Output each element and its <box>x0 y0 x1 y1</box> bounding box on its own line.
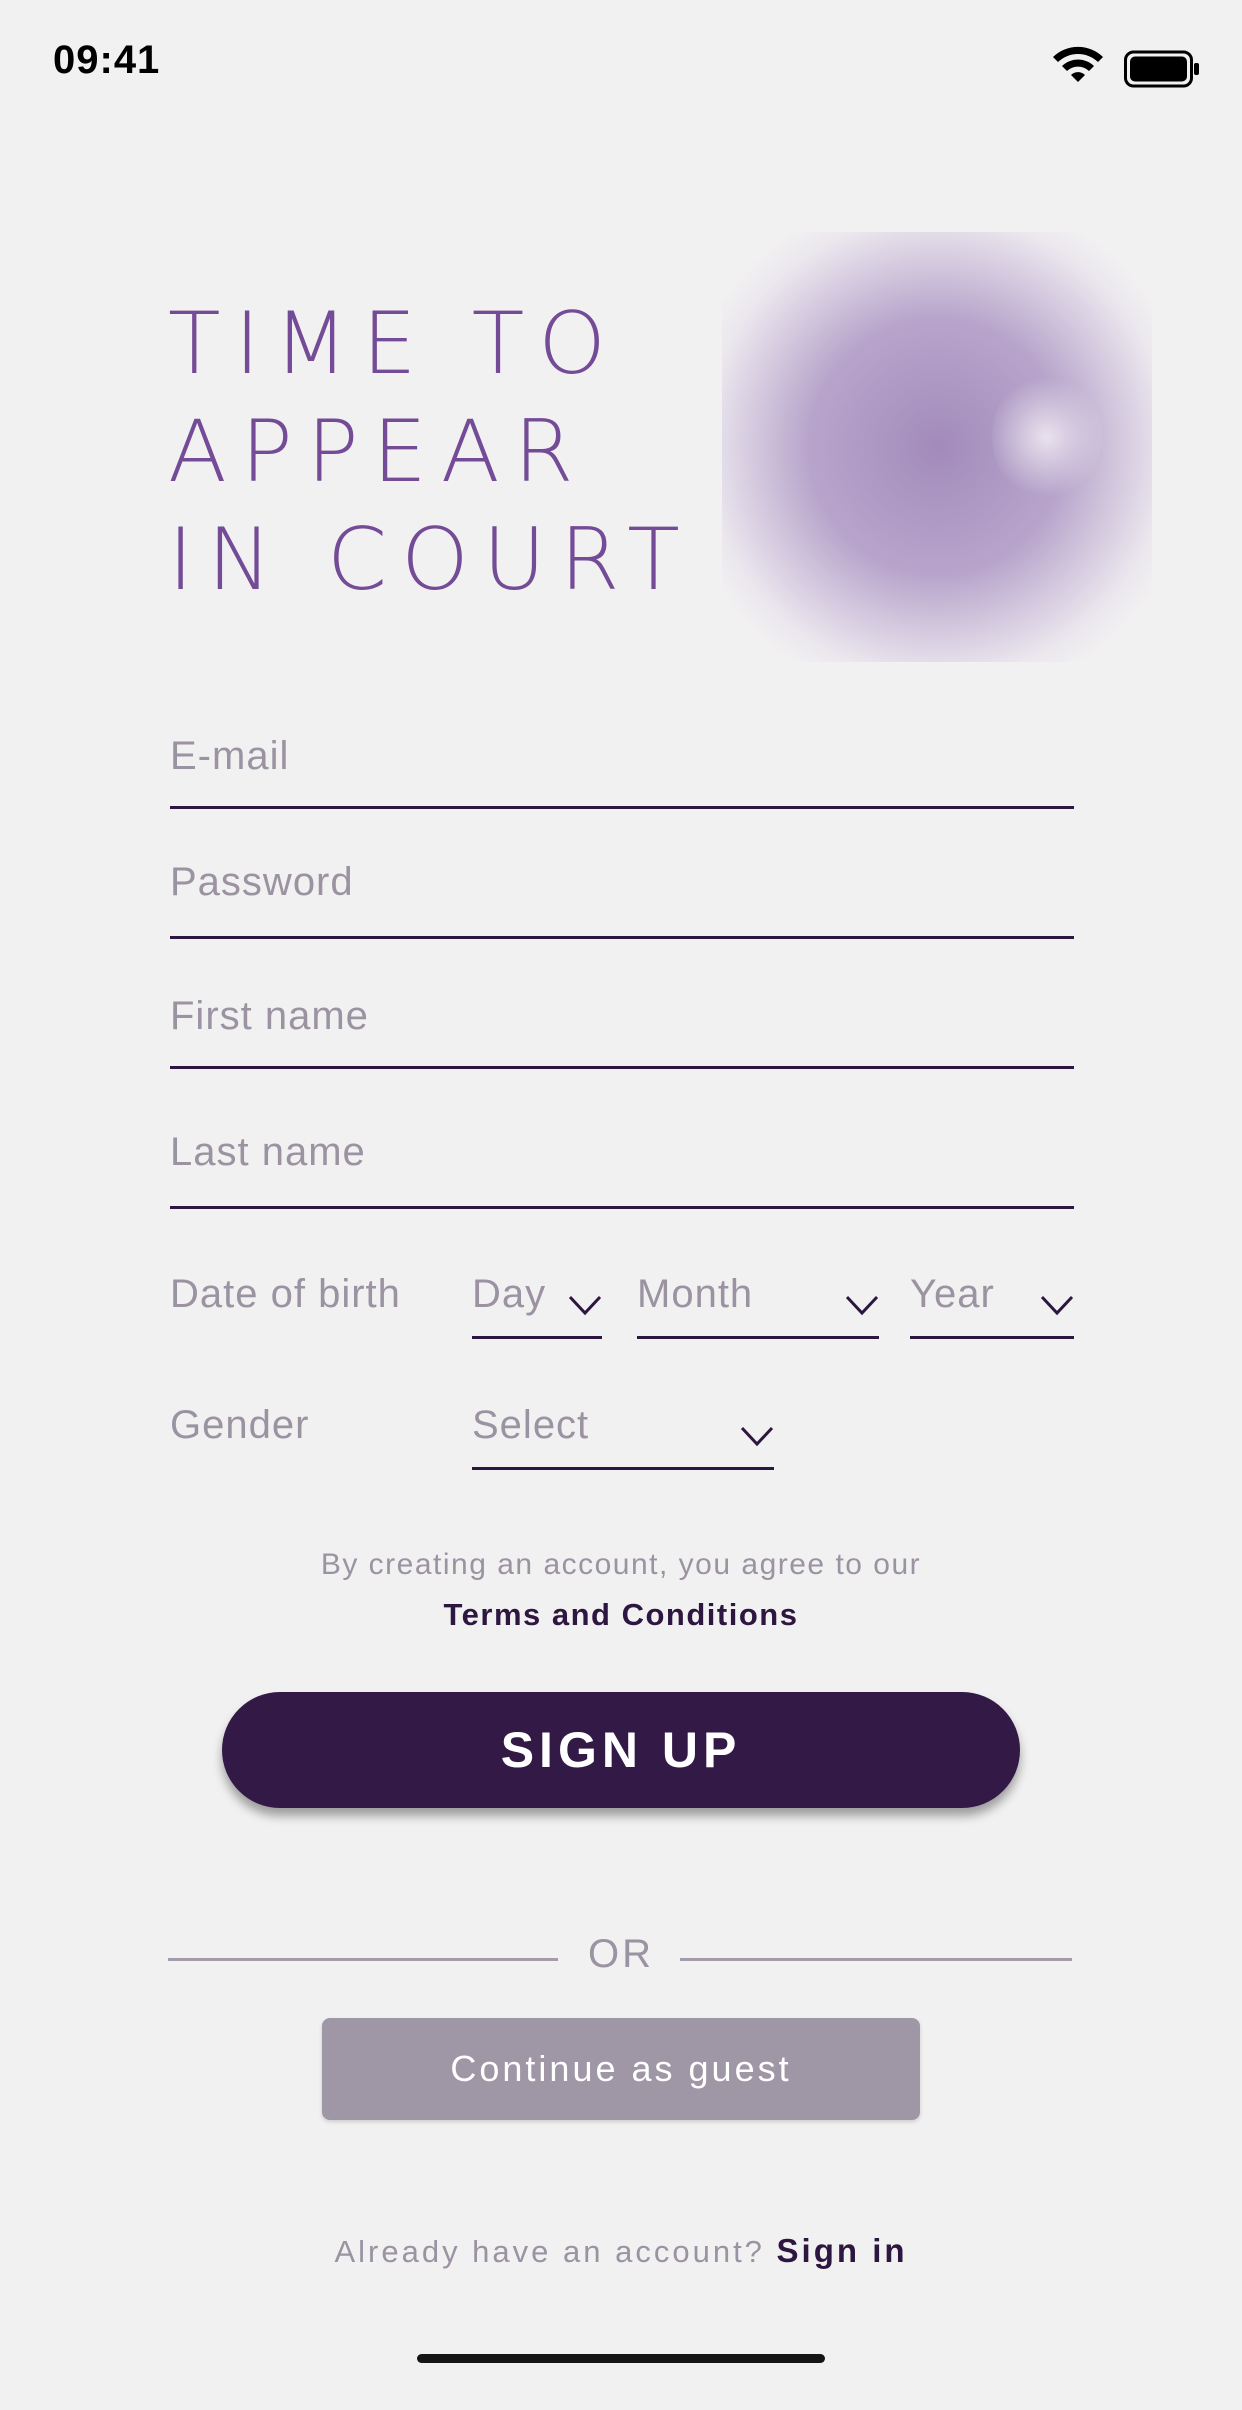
status-time: 09:41 <box>53 38 161 82</box>
signin-row: Already have an account? Sign in <box>0 2232 1242 2270</box>
gender-label: Gender <box>170 1403 310 1447</box>
title-line: IN COURT <box>168 510 694 610</box>
terms-notice: By creating an account, you agree to our <box>320 1548 922 1581</box>
gender-placeholder: Select <box>472 1403 590 1447</box>
terms-link-label[interactable]: Terms and Conditions <box>444 1597 799 1632</box>
day-placeholder: Day <box>472 1272 547 1316</box>
terms-link[interactable]: Terms and Conditions <box>0 1597 1242 1633</box>
signin-prompt: Already have an account? <box>334 2234 765 2269</box>
year-select[interactable]: Year <box>910 1272 1074 1339</box>
password-placeholder: Password <box>170 860 354 904</box>
email-field[interactable]: E-mail <box>170 734 1074 809</box>
divider-right <box>680 1958 1072 1961</box>
signup-screen: 09:41 TIME TO APPEAR IN COURT E-mail Pas… <box>0 0 1242 2410</box>
password-field[interactable]: Password <box>170 858 1074 939</box>
signin-link[interactable]: Sign in <box>777 2232 908 2269</box>
chevron-down-icon <box>1040 1295 1074 1316</box>
chevron-down-icon <box>845 1295 879 1316</box>
hero-blurred-image <box>722 232 1152 662</box>
title-line: TIME TO <box>168 294 620 394</box>
wifi-icon <box>1053 46 1103 82</box>
battery-icon <box>1124 50 1199 88</box>
month-select[interactable]: Month <box>637 1272 879 1339</box>
month-placeholder: Month <box>637 1272 754 1316</box>
or-label: OR <box>588 1932 654 1976</box>
last-name-field[interactable]: Last name <box>170 1130 1074 1209</box>
day-select[interactable]: Day <box>472 1272 602 1339</box>
first-name-placeholder: First name <box>170 994 369 1038</box>
home-indicator[interactable] <box>417 2354 825 2363</box>
page-title: TIME TO APPEAR IN COURT <box>168 290 694 614</box>
chevron-down-icon <box>740 1426 774 1447</box>
signup-button[interactable]: SIGN UP <box>222 1692 1020 1808</box>
email-placeholder: E-mail <box>170 734 290 778</box>
last-name-placeholder: Last name <box>170 1130 366 1174</box>
chevron-down-icon <box>568 1295 602 1316</box>
first-name-field[interactable]: First name <box>170 994 1074 1069</box>
gender-select[interactable]: Select <box>472 1403 774 1470</box>
dob-label: Date of birth <box>170 1272 401 1316</box>
continue-as-guest-button[interactable]: Continue as guest <box>322 2018 920 2120</box>
title-line: APPEAR <box>168 402 588 502</box>
year-placeholder: Year <box>910 1272 995 1316</box>
